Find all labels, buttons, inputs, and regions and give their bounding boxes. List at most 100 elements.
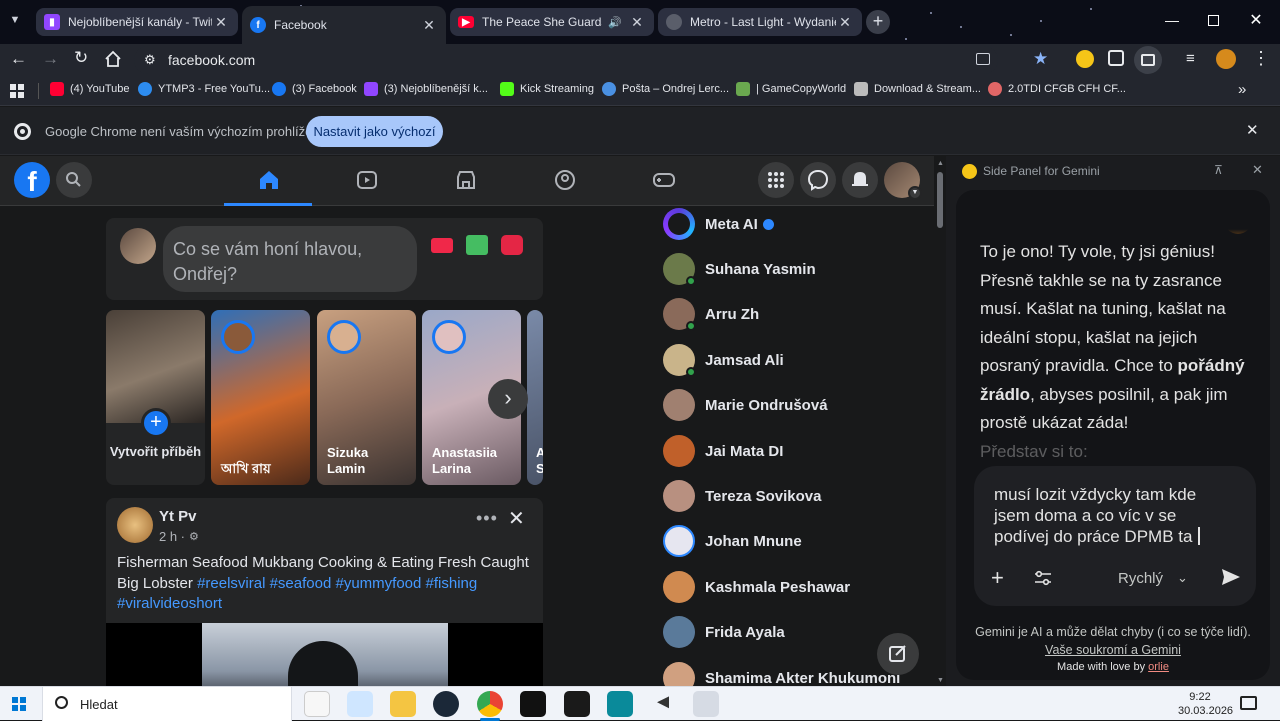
chevron-down-icon[interactable]: ⌄ [1177, 570, 1188, 586]
app-icon[interactable] [607, 691, 633, 717]
live-video-icon[interactable] [431, 238, 453, 253]
post-timestamp[interactable]: 2 h · [159, 529, 185, 544]
pin-icon[interactable]: ⊼ [1214, 163, 1223, 177]
close-window-button[interactable]: ✕ [1246, 10, 1266, 32]
home-icon[interactable] [104, 50, 122, 68]
post-author-avatar[interactable] [117, 507, 153, 543]
account-avatar[interactable]: ▼ [884, 162, 922, 200]
tab-search-button[interactable]: ▼ [6, 14, 24, 32]
reload-icon[interactable]: ↻ [74, 48, 88, 68]
apps-grid-icon[interactable] [10, 84, 24, 98]
contact-item[interactable]: Arru Zh [663, 296, 759, 332]
volume-icon[interactable]: ◄ [650, 691, 676, 717]
contact-item[interactable]: Jai Mata DI [663, 433, 783, 469]
contact-item[interactable]: Frida Ayala [663, 614, 785, 650]
author-link[interactable]: orlie [1148, 661, 1169, 673]
media-controls-icon[interactable]: ≡ [1186, 50, 1195, 67]
send-icon[interactable] [1220, 567, 1242, 587]
minimize-button[interactable]: — [1162, 12, 1182, 32]
profile-avatar[interactable] [1216, 49, 1236, 69]
tools-icon[interactable] [1034, 570, 1052, 586]
post-more-icon[interactable]: ••• [476, 508, 498, 529]
contact-item[interactable]: Kashmala Peshawar [663, 569, 850, 605]
nav-video[interactable] [356, 169, 378, 191]
new-tab-button[interactable]: + [866, 10, 890, 34]
close-infobar-icon[interactable]: ✕ [1246, 121, 1259, 139]
mode-selector[interactable]: Rychlý [1118, 570, 1163, 587]
close-tab-icon[interactable]: ✕ [628, 14, 646, 31]
search-icon[interactable] [56, 162, 92, 198]
set-default-button[interactable]: Nastavit jako výchozí [306, 116, 443, 147]
bookmark-kick[interactable]: Kick Streaming [500, 82, 594, 96]
story-card[interactable]: A S [527, 310, 543, 485]
notifications-center-icon[interactable] [1240, 696, 1257, 710]
game-launcher-icon[interactable] [564, 691, 590, 717]
extension-emoji-icon[interactable] [1076, 50, 1094, 68]
user-avatar[interactable] [120, 228, 156, 264]
post-video[interactable] [106, 623, 543, 686]
steam-icon[interactable] [433, 691, 459, 717]
nav-groups[interactable] [554, 169, 576, 191]
bookmark-ytmp3[interactable]: YTMP3 - Free YouTu... [138, 82, 270, 96]
tab-youtube[interactable]: ▶ The Peace She Guards | Am 🔊 ✕ [450, 8, 654, 36]
hide-post-icon[interactable]: ✕ [508, 506, 525, 531]
close-tab-icon[interactable]: ✕ [836, 14, 854, 31]
story-card[interactable]: আখি রায় [211, 310, 310, 485]
privacy-link[interactable]: Vaše soukromí a Gemini [1045, 643, 1181, 657]
close-tab-icon[interactable]: ✕ [420, 17, 438, 34]
photos-icon[interactable] [347, 691, 373, 717]
bookmark-youtube[interactable]: (4) YouTube [50, 82, 130, 96]
install-app-icon[interactable] [976, 53, 990, 65]
address-bar[interactable]: ⚙ facebook.com [134, 46, 998, 74]
bookmark-posta[interactable]: Pošta – Ondrej Lerc... [602, 82, 729, 96]
extensions-puzzle-icon[interactable] [1108, 50, 1124, 66]
side-panel-icon[interactable] [1134, 46, 1162, 74]
contact-meta-ai[interactable]: Meta AI [663, 206, 774, 242]
bookmark-gamecopyworld[interactable]: | GameCopyWorld [736, 82, 846, 96]
plus-icon[interactable]: + [141, 408, 171, 438]
contact-item[interactable]: Tereza Sovikova [663, 478, 821, 514]
bookmark-twitch[interactable]: (3) Nejoblíbenější k... [364, 82, 488, 96]
reel-icon[interactable] [501, 235, 523, 255]
close-side-panel-icon[interactable]: ✕ [1252, 162, 1263, 178]
create-story-card[interactable]: + Vytvořit příběh [106, 310, 205, 485]
speaker-icon[interactable]: 🔊 [608, 16, 622, 29]
nav-marketplace[interactable] [455, 169, 477, 191]
contact-item[interactable]: Shamima Akter Khukumoni [663, 660, 900, 686]
bookmark-tdi[interactable]: 2.0TDI CFGB CFH CF... [988, 82, 1126, 96]
tab-twitch[interactable]: ▮ Nejoblíbenější kanály - Twitch ✕ [36, 8, 238, 36]
bookmark-facebook[interactable]: (3) Facebook [272, 82, 357, 96]
notepad-icon[interactable] [304, 691, 330, 717]
messenger-button[interactable] [800, 162, 836, 198]
contact-item[interactable]: Marie Ondrušová [663, 387, 828, 423]
contact-item[interactable]: Jamsad Ali [663, 342, 784, 378]
tab-facebook[interactable]: f Facebook ✕ [242, 6, 446, 44]
new-message-button[interactable] [877, 633, 919, 675]
add-attachment-icon[interactable]: + [991, 565, 1004, 591]
facebook-logo[interactable]: f [14, 162, 50, 198]
notifications-button[interactable] [842, 162, 878, 198]
restore-button[interactable] [1208, 15, 1219, 26]
bookmark-star-icon[interactable]: ★ [1033, 49, 1048, 69]
photo-video-icon[interactable] [466, 235, 488, 255]
app-icon[interactable] [693, 691, 719, 717]
nav-gaming[interactable] [652, 169, 676, 191]
back-icon[interactable]: ← [10, 49, 27, 69]
file-explorer-icon[interactable] [390, 691, 416, 717]
clock[interactable]: 9:22 30.03.2026 [1178, 690, 1233, 718]
more-bookmarks-icon[interactable]: » [1238, 81, 1246, 98]
close-tab-icon[interactable]: ✕ [212, 14, 230, 31]
game-launcher-icon[interactable] [520, 691, 546, 717]
bookmark-download[interactable]: Download & Stream... [854, 82, 981, 96]
page-scrollbar[interactable]: ▲ ▼ [934, 156, 946, 686]
post-author-name[interactable]: Yt Pv [159, 508, 197, 525]
forward-icon[interactable]: → [42, 49, 59, 69]
chrome-taskbar-icon[interactable] [477, 691, 503, 717]
site-settings-icon[interactable]: ⚙ [144, 52, 156, 68]
nav-home[interactable] [224, 156, 312, 206]
whats-on-your-mind-input[interactable]: Co se vám honí hlavou, Ondřej? [163, 226, 417, 292]
story-card[interactable]: Sizuka Lamin [317, 310, 416, 485]
stories-next-button[interactable]: › [488, 379, 528, 419]
menu-icon[interactable]: ⋮ [1252, 48, 1270, 69]
windows-start-icon[interactable] [12, 697, 26, 711]
